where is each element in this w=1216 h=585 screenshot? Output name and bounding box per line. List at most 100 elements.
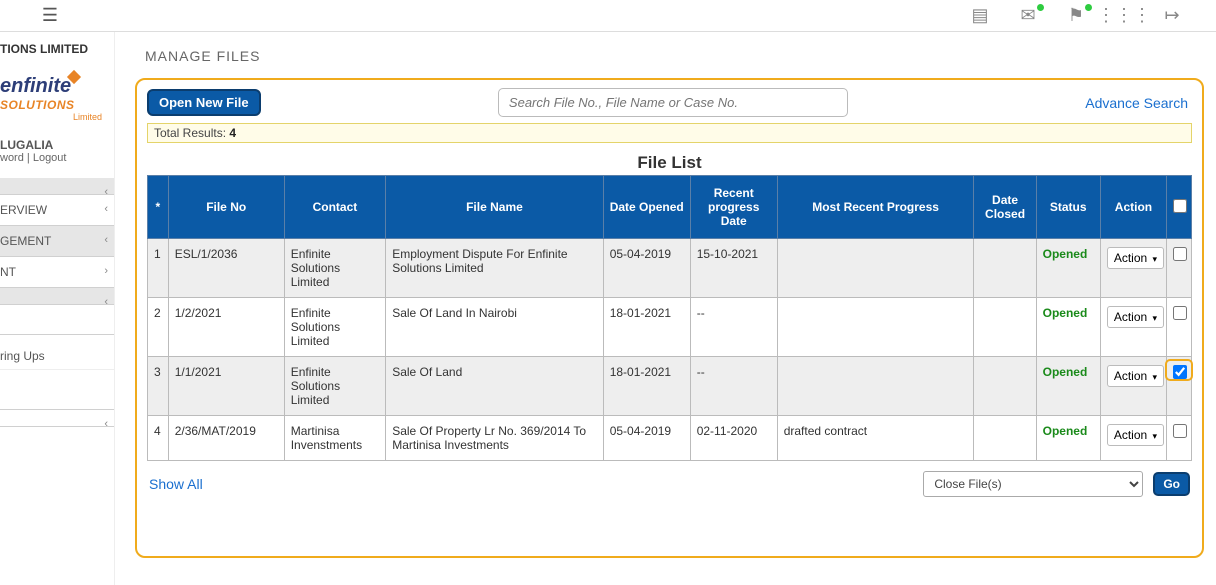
cell-checkbox — [1167, 357, 1192, 416]
password-link[interactable]: word — [0, 152, 24, 164]
org-name: TIONS LIMITED — [0, 32, 114, 60]
cell-file-no[interactable]: ESL/1/2036 — [168, 239, 284, 298]
cell-date-opened: 05-04-2019 — [603, 416, 690, 461]
cell-idx: 3 — [148, 357, 169, 416]
cell-status: Opened — [1036, 239, 1100, 298]
flag-icon[interactable]: ⚑ — [1056, 5, 1096, 27]
cell-file-no[interactable]: 1/2/2021 — [168, 298, 284, 357]
col-action: Action — [1100, 176, 1166, 239]
col-file-no[interactable]: File No — [168, 176, 284, 239]
cell-file-name[interactable]: Sale Of Property Lr No. 369/2014 To Mart… — [386, 416, 604, 461]
chevron-left-icon: ‹ — [104, 234, 108, 246]
col-select-all — [1167, 176, 1192, 239]
cell-action: Action ▾ — [1100, 416, 1166, 461]
advance-search-link[interactable]: Advance Search — [1085, 95, 1188, 111]
open-new-file-button[interactable]: Open New File — [147, 89, 261, 116]
cell-progress — [777, 298, 974, 357]
action-button[interactable]: Action ▾ — [1107, 306, 1164, 328]
cell-contact: Enfinite Solutions Limited — [284, 357, 386, 416]
sidebar-item-blank1[interactable]: ‹ — [0, 178, 114, 195]
chevron-down-icon: › — [104, 265, 108, 277]
topbar: ☰ ▤ ✉ ⚑ ⋮⋮⋮ ↦ — [0, 0, 1216, 32]
table-row: 42/36/MAT/2019Martinisa InvenstmentsSale… — [148, 416, 1192, 461]
status-badge: Opened — [1043, 306, 1088, 320]
sidebar-item-nt[interactable]: NT› — [0, 257, 114, 288]
col-recent-date[interactable]: Recent progress Date — [690, 176, 777, 239]
username: LUGALIA — [0, 128, 114, 152]
sidebar-item-blank2[interactable]: ‹ — [0, 288, 114, 305]
row-checkbox[interactable] — [1173, 306, 1187, 320]
user-links: word | Logout — [0, 152, 114, 164]
logout-icon[interactable]: ↦ — [1152, 5, 1192, 27]
logout-link[interactable]: Logout — [33, 152, 67, 164]
sidebar-item-overview[interactable]: ERVIEW‹ — [0, 195, 114, 226]
apps-icon[interactable]: ⋮⋮⋮ — [1104, 5, 1144, 27]
cell-status: Opened — [1036, 298, 1100, 357]
cell-date-opened: 05-04-2019 — [603, 239, 690, 298]
caret-down-icon: ▾ — [1153, 372, 1158, 382]
cell-date-closed — [974, 298, 1036, 357]
show-all-link[interactable]: Show All — [149, 476, 203, 492]
caret-down-icon: ▾ — [1153, 431, 1158, 441]
sidebar-item-management[interactable]: GEMENT‹ — [0, 226, 114, 257]
results-bar: Total Results: 4 — [147, 123, 1192, 143]
bulk-action-select[interactable]: Close File(s) — [923, 471, 1143, 497]
cell-idx: 4 — [148, 416, 169, 461]
cell-file-no[interactable]: 1/1/2021 — [168, 357, 284, 416]
status-badge: Opened — [1043, 424, 1088, 438]
cell-status: Opened — [1036, 416, 1100, 461]
cell-checkbox — [1167, 298, 1192, 357]
cell-action: Action ▾ — [1100, 298, 1166, 357]
cell-file-name[interactable]: Employment Dispute For Enfinite Solution… — [386, 239, 604, 298]
mail-icon[interactable]: ✉ — [1008, 5, 1048, 27]
row-checkbox[interactable] — [1173, 247, 1187, 261]
cell-file-name[interactable]: Sale Of Land — [386, 357, 604, 416]
col-status[interactable]: Status — [1036, 176, 1100, 239]
cell-idx: 1 — [148, 239, 169, 298]
col-date-opened[interactable]: Date Opened — [603, 176, 690, 239]
main-content: MANAGE FILES Open New File Advance Searc… — [115, 32, 1216, 585]
logo: enfinite SOLUTIONS Limited — [0, 60, 114, 128]
action-button[interactable]: Action ▾ — [1107, 424, 1164, 446]
chevron-left-icon: ‹ — [104, 203, 108, 215]
menu-icon[interactable]: ☰ — [20, 5, 80, 26]
action-button[interactable]: Action ▾ — [1107, 365, 1164, 387]
col-contact[interactable]: Contact — [284, 176, 386, 239]
col-date-closed[interactable]: Date Closed — [974, 176, 1036, 239]
table-header-row: * File No Contact File Name Date Opened … — [148, 176, 1192, 239]
select-all-checkbox[interactable] — [1173, 199, 1187, 213]
cell-recent-date: -- — [690, 298, 777, 357]
search-input[interactable] — [498, 88, 848, 117]
sidebar-spacer — [0, 305, 114, 335]
cell-progress — [777, 357, 974, 416]
action-button[interactable]: Action ▾ — [1107, 247, 1164, 269]
sidebar-item-bringups[interactable]: ring Ups — [0, 335, 114, 370]
cell-contact: Enfinite Solutions Limited — [284, 298, 386, 357]
page-title: MANAGE FILES — [135, 32, 1204, 78]
caret-down-icon: ▾ — [1153, 313, 1158, 323]
cell-status: Opened — [1036, 357, 1100, 416]
sidebar-item-last[interactable]: ‹ — [0, 410, 114, 427]
cell-contact: Martinisa Invenstments — [284, 416, 386, 461]
sidebar: TIONS LIMITED enfinite SOLUTIONS Limited… — [0, 32, 115, 585]
dashboard-icon[interactable]: ▤ — [960, 5, 1000, 27]
cell-date-closed — [974, 357, 1036, 416]
go-button[interactable]: Go — [1153, 472, 1190, 496]
table-row: 21/2/2021Enfinite Solutions LimitedSale … — [148, 298, 1192, 357]
cell-date-closed — [974, 416, 1036, 461]
caret-down-icon: ▾ — [1153, 254, 1158, 264]
cell-recent-date: 15-10-2021 — [690, 239, 777, 298]
cell-progress — [777, 239, 974, 298]
cell-checkbox — [1167, 416, 1192, 461]
col-file-name[interactable]: File Name — [386, 176, 604, 239]
cell-contact: Enfinite Solutions Limited — [284, 239, 386, 298]
col-most-recent[interactable]: Most Recent Progress — [777, 176, 974, 239]
table-row: 1ESL/1/2036Enfinite Solutions LimitedEmp… — [148, 239, 1192, 298]
cell-file-no[interactable]: 2/36/MAT/2019 — [168, 416, 284, 461]
col-star: * — [148, 176, 169, 239]
row-checkbox[interactable] — [1173, 424, 1187, 438]
cell-recent-date: 02-11-2020 — [690, 416, 777, 461]
cell-recent-date: -- — [690, 357, 777, 416]
cell-date-closed — [974, 239, 1036, 298]
cell-file-name[interactable]: Sale Of Land In Nairobi — [386, 298, 604, 357]
